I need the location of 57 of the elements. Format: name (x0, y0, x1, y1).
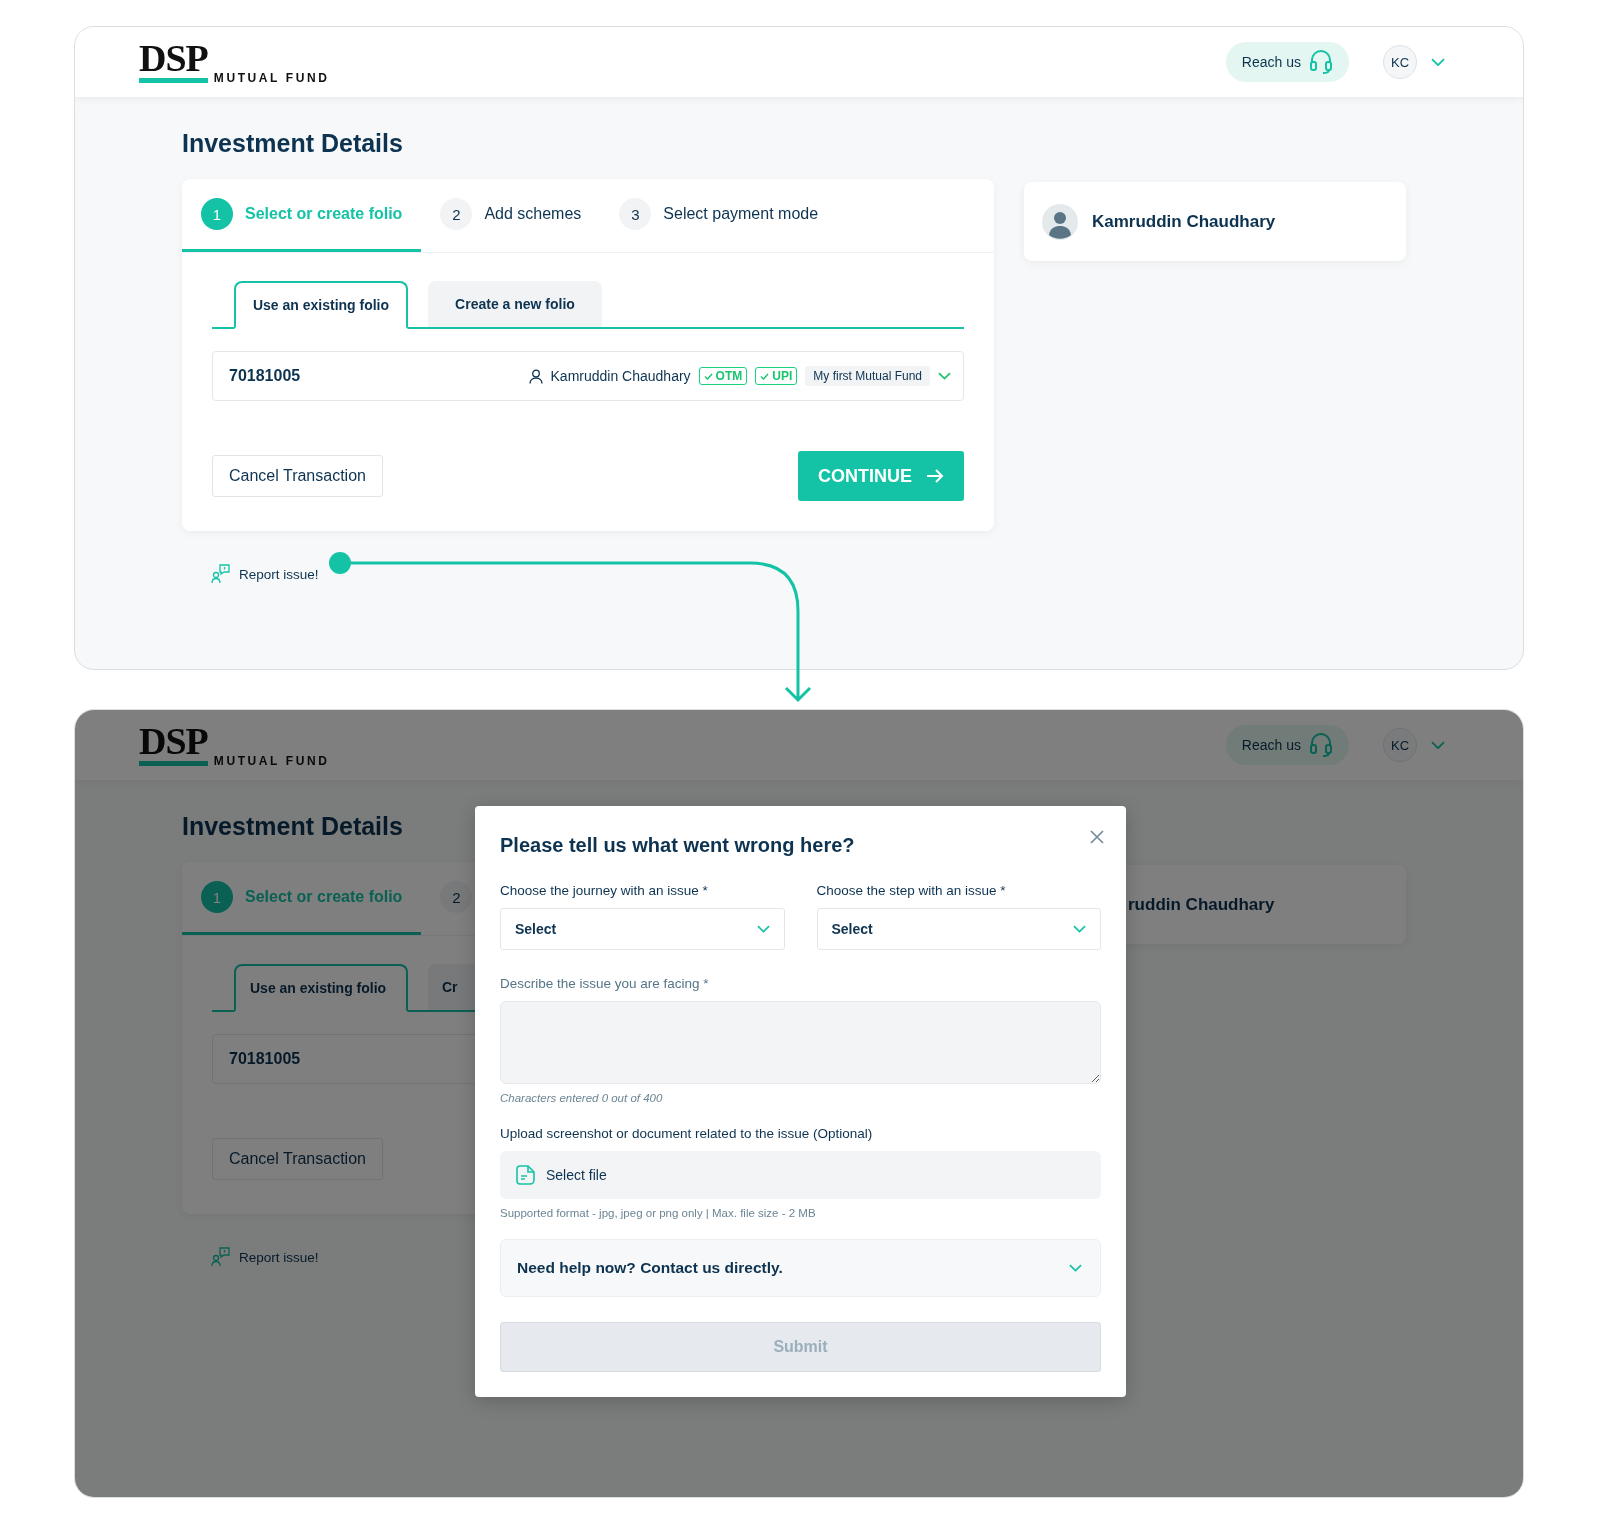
step-tab[interactable]: 3 Select payment mode (600, 179, 838, 252)
logo-underline (139, 78, 208, 83)
chevron-down-icon (1431, 740, 1445, 750)
folio-tab[interactable]: Use an existing folio (234, 281, 408, 329)
reach-us-button[interactable]: Reach us (1225, 725, 1349, 765)
chevron-down-icon (938, 372, 951, 380)
folio-tab[interactable]: Create a new folio (428, 281, 602, 327)
support-chat-icon (211, 564, 231, 584)
headset-icon (1309, 732, 1333, 758)
logo-mark: DSP (139, 724, 208, 758)
person-icon (528, 368, 543, 384)
headset-icon (1309, 49, 1333, 75)
report-issue-link[interactable]: Report issue! (239, 566, 319, 582)
dialog-title: Please tell us what went wrong here? (500, 834, 855, 857)
chevron-down-icon (1069, 1264, 1082, 1272)
folio-name-chip: My first Mutual Fund (805, 366, 930, 386)
character-counter: Characters entered 0 out of 400 (500, 1092, 664, 1104)
description-field[interactable] (500, 1001, 1101, 1084)
status-tag: OTM (698, 367, 748, 385)
cancel-button[interactable]: Cancel Transaction (212, 455, 383, 497)
arrow-right-icon (926, 468, 944, 484)
field-label: Choose the journey with an issue * (500, 883, 709, 898)
logo-subtitle: MUTUAL FUND (213, 71, 330, 85)
check-icon (760, 372, 770, 380)
folio-tab[interactable]: Use an existing folio (234, 964, 408, 1012)
logo-subtitle: MUTUAL FUND (213, 754, 330, 768)
document-icon (516, 1165, 536, 1185)
reach-us-button[interactable]: Reach us (1225, 42, 1349, 82)
investor-name: ruddin Chaudhary (1128, 894, 1275, 915)
user-avatar[interactable]: KC (1383, 728, 1417, 762)
select-file-button[interactable]: Select file (500, 1151, 1101, 1199)
page-title: Investment Details (182, 811, 403, 842)
folio-select[interactable]: 70181005 Kamruddin Chaudhary OTM UPI My first Mutual Fund (212, 351, 964, 401)
page-title: Investment Details (182, 128, 403, 159)
step-tab[interactable]: 2 (421, 862, 492, 935)
user-avatar[interactable]: KC (1383, 45, 1417, 79)
select-field[interactable]: Select (816, 908, 1101, 950)
chevron-down-icon (1431, 57, 1445, 67)
report-issue-link[interactable]: Report issue! (239, 1249, 319, 1265)
help-accordion[interactable]: Need help now? Contact us directly. (500, 1239, 1101, 1297)
select-field[interactable]: Select (500, 908, 785, 950)
logo-mark: DSP (139, 41, 208, 75)
field-label: Describe the issue you are facing * (500, 976, 710, 991)
step-tab[interactable]: 2 Add schemes (421, 179, 601, 252)
user-avatar-icon (1042, 203, 1078, 240)
field-label: Upload screenshot or document related to the issue (Optional) (500, 1126, 874, 1141)
field-label: Choose the step with an issue * (816, 883, 1007, 898)
check-icon (703, 372, 713, 380)
chevron-down-icon (1073, 925, 1086, 933)
cancel-button[interactable]: Cancel Transaction (212, 1138, 383, 1180)
logo-underline (139, 761, 208, 766)
status-tag: UPI (755, 367, 798, 385)
holder-name: Kamruddin Chaudhary (550, 368, 691, 384)
investor-name: Kamruddin Chaudhary (1092, 211, 1276, 232)
chevron-down-icon (756, 925, 770, 933)
support-chat-icon (211, 1247, 231, 1267)
upload-hint: Supported format - jpg, jpeg or png only | Max. file size - 2 MB (500, 1207, 817, 1219)
